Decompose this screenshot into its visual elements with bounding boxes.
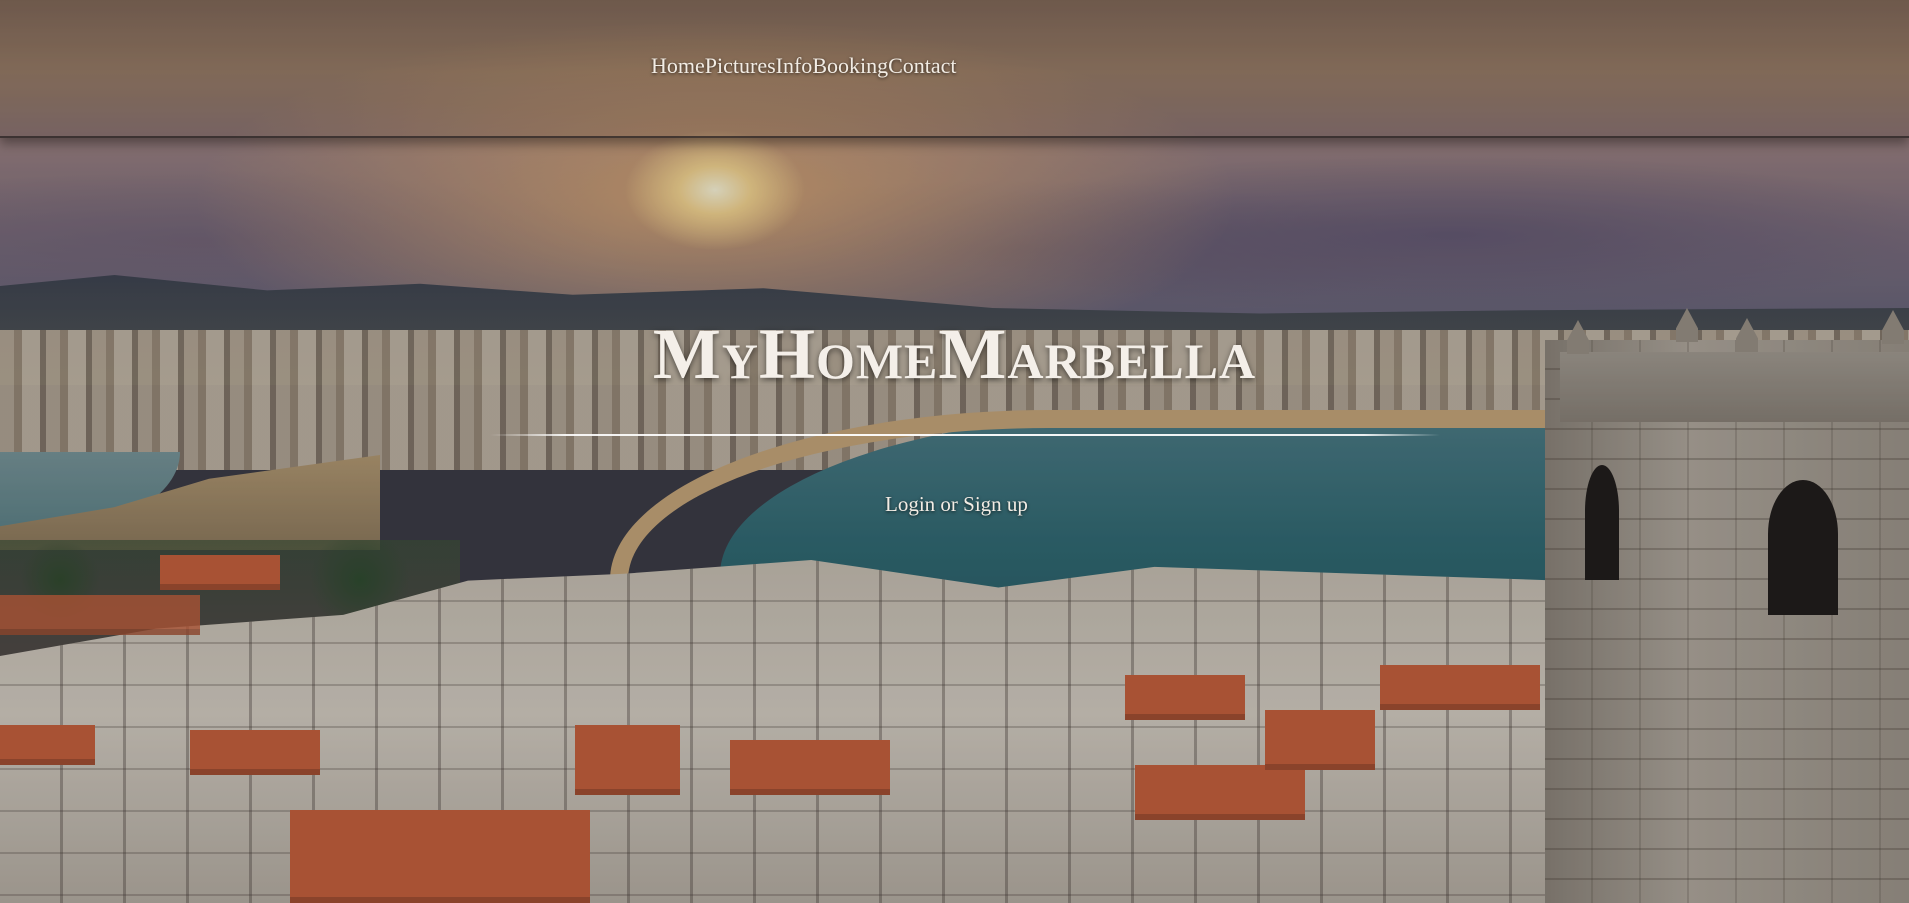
nav-menu: Home Pictures Info Booking Contact <box>651 53 957 79</box>
page: Home Pictures Info Booking Contact MyHom… <box>0 0 1909 903</box>
title-divider <box>490 434 1440 436</box>
site-title: MyHomeMarbella <box>652 314 1257 394</box>
nav-link-contact[interactable]: Contact <box>888 53 956 79</box>
nav-link-info[interactable]: Info <box>776 53 813 79</box>
nav-link-pictures[interactable]: Pictures <box>705 53 776 79</box>
login-signup-link[interactable]: Login or Sign up <box>885 492 1028 517</box>
nav-link-home[interactable]: Home <box>651 53 705 79</box>
nav-link-booking[interactable]: Booking <box>812 53 888 79</box>
top-navigation-bar: Home Pictures Info Booking Contact <box>0 0 1909 138</box>
